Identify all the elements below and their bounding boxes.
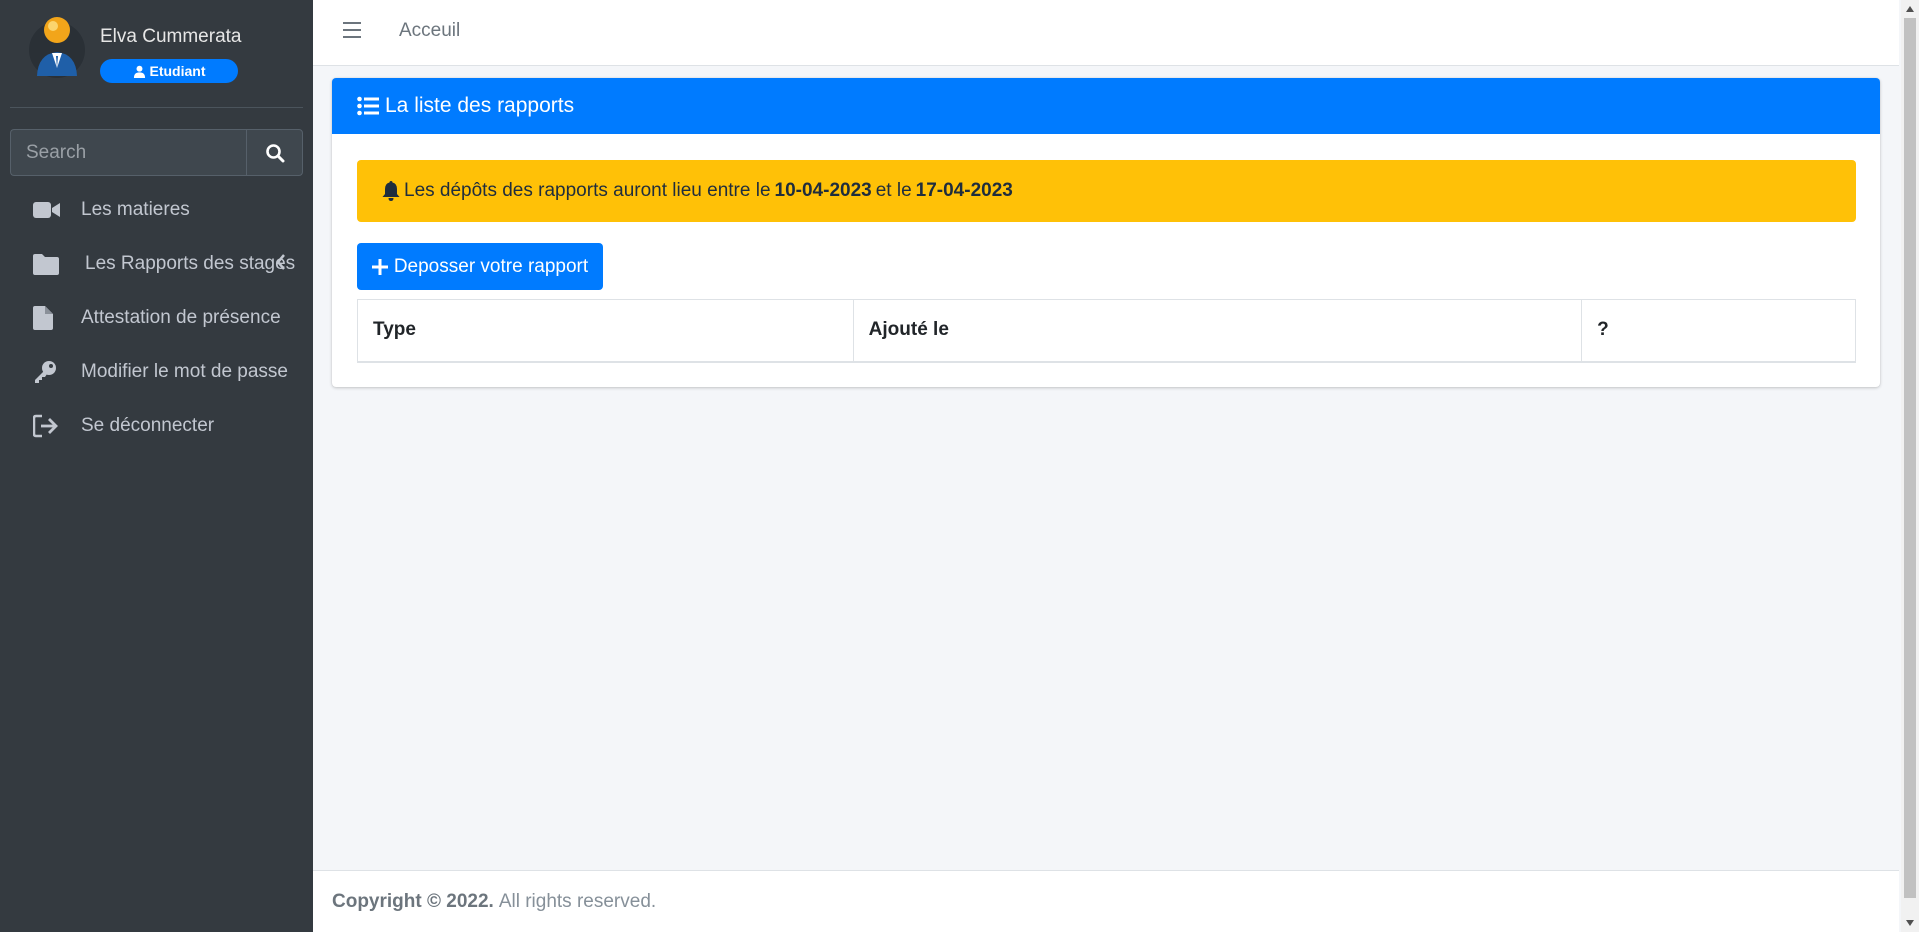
card-title: La liste des rapports [385,94,575,117]
sidebar-item-logout[interactable]: Se déconnecter [10,403,303,449]
sidebar-item-rapports[interactable]: Les Rapports des stages [10,241,303,287]
folder-icon [33,253,73,275]
menu-toggle-icon[interactable] [343,22,361,40]
copyright-text: Copyright © 2022. [332,890,494,912]
sign-out-icon [33,414,73,438]
bell-icon [382,181,400,201]
deposit-alert: Les dépôts des rapports auront lieu entr… [357,160,1856,222]
file-icon [33,306,73,330]
table-header-row: Type Ajouté le ? [357,299,1856,363]
plus-icon [371,258,388,275]
search-button[interactable] [246,129,303,176]
key-icon [33,360,73,384]
user-name[interactable]: Elva Cummerata [100,26,242,48]
user-panel: Elva Cummerata Etudiant [24,16,294,88]
video-icon [33,200,73,220]
sidebar-item-password[interactable]: Modifier le mot de passe [10,349,303,395]
sidebar: Elva Cummerata Etudiant Les matieres [0,0,313,932]
reports-table: Type Ajouté le ? [357,299,1856,363]
sidebar-item-label: Les matieres [81,199,190,220]
scrollbar-thumb[interactable] [1904,18,1916,898]
sidebar-item-label: Les Rapports des stages [85,253,296,274]
page-footer: Copyright © 2022. All rights reserved. [313,870,1899,932]
deposit-button-label: Deposser votre rapport [393,255,589,277]
top-navbar: Acceuil [313,0,1899,66]
user-icon [133,65,145,78]
role-badge: Etudiant [100,59,238,83]
role-label: Etudiant [149,63,206,79]
deposit-report-button[interactable]: Deposser votre rapport [357,243,603,290]
alert-prefix: Les dépôts des rapports auront lieu entr… [404,180,771,201]
column-header-added: Ajouté le [852,299,1583,363]
sidebar-item-label: Modifier le mot de passe [81,361,288,382]
column-header-actions: ? [1581,299,1856,363]
chevron-left-icon[interactable] [275,253,287,271]
search-icon [265,143,284,162]
reports-card: La liste des rapports Les dépôts des rap… [332,78,1880,387]
card-header: La liste des rapports [332,78,1880,134]
scroll-down-icon[interactable] [1901,914,1919,932]
sidebar-item-matieres[interactable]: Les matieres [10,187,303,233]
alert-start-date: 10-04-2023 [774,180,872,201]
search-input[interactable] [10,129,246,176]
alert-middle: et le [875,180,912,201]
rights-text: All rights reserved. [498,890,657,912]
list-icon [357,96,379,116]
sidebar-item-label: Se déconnecter [81,415,215,436]
sidebar-search [10,129,303,176]
sidebar-divider [10,107,303,108]
alert-end-date: 17-04-2023 [915,180,1013,201]
page-scrollbar[interactable] [1901,0,1919,932]
nav-link-home[interactable]: Acceuil [399,20,460,42]
sidebar-item-attestation[interactable]: Attestation de présence [10,295,303,341]
column-header-type: Type [357,299,854,363]
avatar[interactable] [28,16,86,80]
scroll-up-icon[interactable] [1901,0,1919,18]
sidebar-item-label: Attestation de présence [81,307,281,328]
